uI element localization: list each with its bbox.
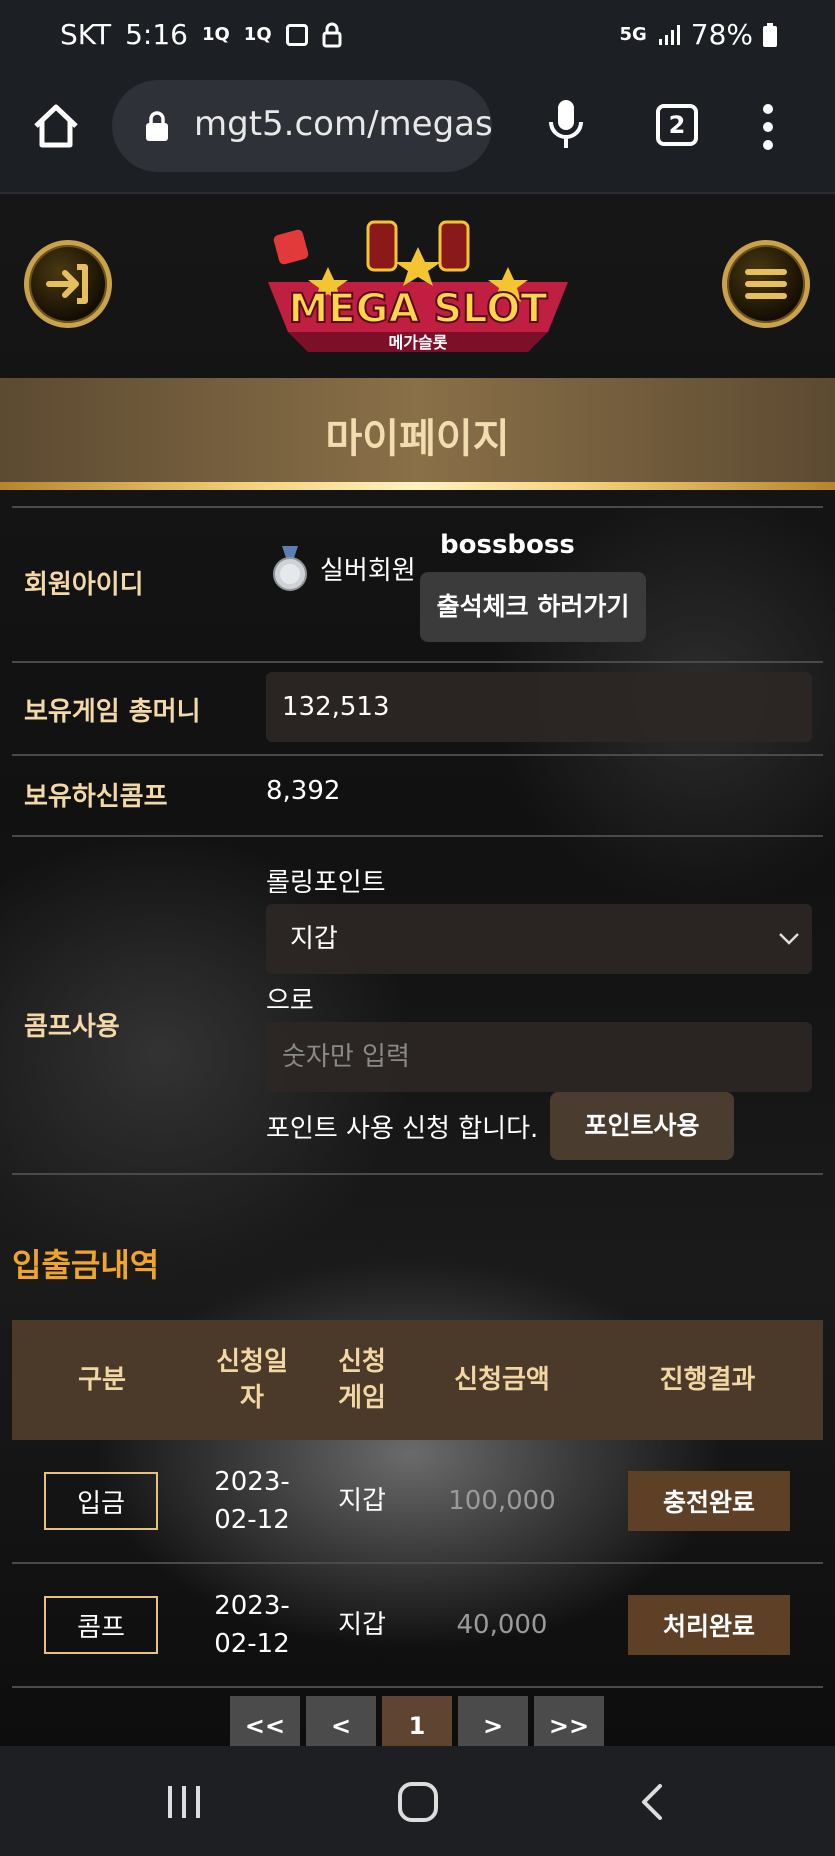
microphone-icon[interactable] — [548, 98, 584, 152]
notification-icon: 1Q — [201, 24, 230, 45]
row-type: 콤프 — [44, 1596, 158, 1654]
silver-medal-icon — [273, 546, 307, 591]
logo-subtext: 메가슬롯 — [389, 333, 448, 352]
site-header: MEGA SLOT 메가슬롯 — [0, 194, 835, 378]
network-type-icon: 5G — [619, 24, 647, 45]
row-game: 지갑 — [338, 1486, 386, 1516]
rolling-point-label: 롤링포인트 — [266, 868, 386, 898]
column-header-type: 구분 — [78, 1365, 126, 1395]
game-money-label: 보유게임 총머니 — [24, 697, 201, 727]
column-header-game: 신청 게임 — [312, 1320, 412, 1440]
clock-text: 5:16 — [125, 18, 188, 51]
home-nav-icon[interactable] — [396, 1780, 440, 1824]
wallet-select[interactable]: 지갑 — [266, 904, 812, 974]
use-points-button[interactable]: 포인트사용 — [550, 1092, 734, 1160]
login-button[interactable] — [24, 240, 112, 328]
member-grade: 실버회원 — [320, 556, 416, 586]
page-first-button[interactable]: << — [230, 1696, 300, 1746]
app-notification-icon — [285, 23, 308, 46]
row-date-text: 2023- 02-12 — [214, 1591, 290, 1659]
divider — [12, 754, 823, 756]
recent-apps-icon[interactable] — [164, 1782, 204, 1822]
page-content: MEGA SLOT 메가슬롯 마이페이지 회원아이디 실버회원 bossboss… — [0, 194, 835, 1746]
row-game: 지갑 — [338, 1610, 386, 1640]
tab-switcher-button[interactable]: 2 — [656, 104, 698, 146]
row-result: 충전완료 — [628, 1471, 790, 1531]
comp-use-label: 콤프사용 — [24, 1012, 120, 1042]
page-current-button[interactable]: 1 — [382, 1696, 452, 1746]
row-amount: 100,000 — [448, 1486, 556, 1516]
page-last-button[interactable]: >> — [534, 1696, 604, 1746]
wallet-select-value: 지갑 — [290, 924, 338, 954]
row-amount: 40,000 — [456, 1610, 548, 1640]
lock-status-icon — [322, 22, 342, 47]
mega-slot-logo[interactable]: MEGA SLOT 메가슬롯 — [248, 212, 588, 372]
chevron-down-icon — [779, 933, 799, 945]
divider — [12, 1173, 823, 1175]
notification-icon-2: 1Q — [243, 24, 272, 45]
history-table-header: 구분 신청일 자 신청 게임 신청금액 진행결과 — [12, 1320, 823, 1440]
divider — [12, 835, 823, 837]
more-options-icon[interactable] — [760, 102, 776, 152]
apply-text: 포인트 사용 신청 합니다. — [266, 1114, 539, 1144]
address-bar[interactable]: mgt5.com/megas — [112, 80, 492, 172]
row-date-text: 2023- 02-12 — [214, 1467, 290, 1535]
to-text: 으로 — [266, 986, 314, 1016]
column-header-game-text: 신청 게임 — [338, 1347, 386, 1413]
column-header-result: 진행결과 — [659, 1365, 756, 1395]
hamburger-icon — [745, 269, 787, 299]
column-header-date-text: 신청일 자 — [216, 1347, 288, 1413]
row-date: 2023- 02-12 — [192, 1564, 312, 1686]
status-bar: SKT 5:16 1Q 1Q 5G 78% — [0, 0, 835, 76]
url-text: mgt5.com/megas — [194, 104, 492, 144]
divider — [12, 506, 823, 508]
signal-icon — [658, 24, 680, 45]
row-type: 입금 — [44, 1472, 158, 1530]
system-nav-bar — [0, 1746, 835, 1856]
gold-divider — [0, 482, 835, 490]
username: bossboss — [440, 530, 575, 560]
row-result: 처리완료 — [628, 1595, 790, 1655]
logo-text: MEGA SLOT — [288, 286, 548, 332]
menu-button[interactable] — [722, 240, 810, 328]
login-arrow-icon — [46, 264, 88, 304]
page-title: 마이페이지 — [325, 416, 510, 462]
carrier-text: SKT — [60, 18, 112, 51]
game-money-value: 132,513 — [266, 672, 812, 742]
page-prev-button[interactable]: < — [306, 1696, 376, 1746]
table-row: 입금 2023- 02-12 지갑 100,000 충전완료 — [12, 1440, 823, 1562]
history-title: 입출금내역 — [12, 1246, 160, 1284]
point-amount-input[interactable]: 숫자만 입력 — [266, 1022, 812, 1092]
divider — [12, 1686, 823, 1688]
battery-icon — [763, 22, 777, 47]
comp-label: 보유하신콤프 — [24, 782, 168, 812]
home-icon[interactable] — [30, 100, 82, 152]
divider — [12, 661, 823, 663]
lock-icon — [146, 111, 168, 141]
table-row: 콤프 2023- 02-12 지갑 40,000 처리완료 — [12, 1564, 823, 1686]
attendance-check-button[interactable]: 출석체크 하러가기 — [420, 572, 646, 642]
browser-toolbar: mgt5.com/megas 2 — [0, 76, 835, 194]
battery-percent: 78% — [690, 18, 753, 51]
comp-value: 8,392 — [266, 776, 341, 806]
member-id-label: 회원아이디 — [24, 570, 144, 600]
column-header-date: 신청일 자 — [192, 1320, 312, 1440]
page-next-button[interactable]: > — [458, 1696, 528, 1746]
row-date: 2023- 02-12 — [192, 1440, 312, 1562]
column-header-amount: 신청금액 — [454, 1365, 550, 1395]
back-nav-icon[interactable] — [636, 1782, 666, 1822]
page-title-bar: 마이페이지 — [0, 378, 835, 482]
